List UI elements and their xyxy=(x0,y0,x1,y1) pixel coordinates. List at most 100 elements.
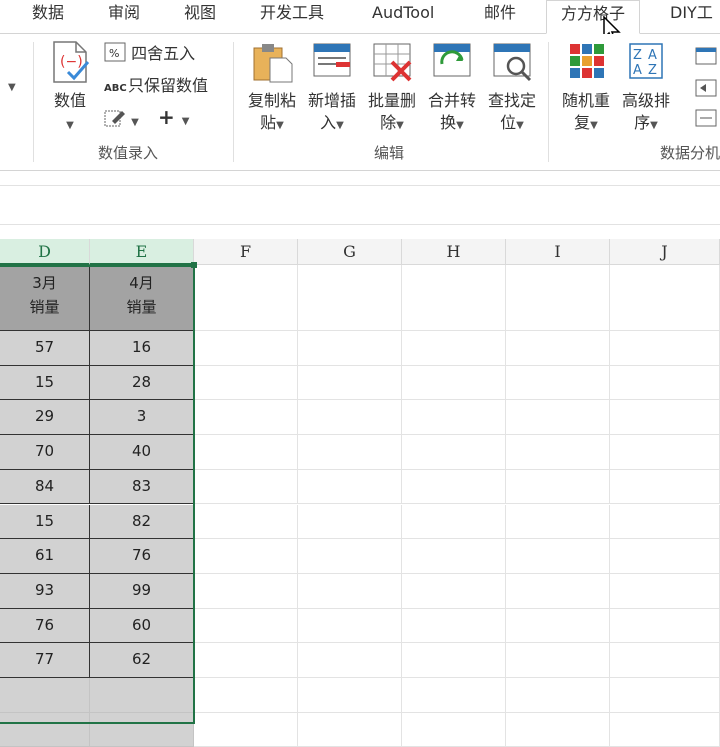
grid-cell[interactable] xyxy=(402,265,506,331)
table-cell[interactable]: 15 xyxy=(0,504,90,540)
copy-paste-button[interactable]: 复制粘 贴▼ xyxy=(244,40,300,137)
grid-cell[interactable] xyxy=(298,678,402,713)
grid-cell[interactable] xyxy=(506,573,610,609)
column-header-h[interactable]: H xyxy=(402,239,506,265)
grid-cell[interactable] xyxy=(506,504,610,540)
grid-cell[interactable] xyxy=(298,469,402,505)
table-cell[interactable]: 15 xyxy=(0,365,90,401)
grid-cell[interactable] xyxy=(298,331,402,366)
grid-cell[interactable] xyxy=(298,400,402,436)
grid-cell[interactable] xyxy=(610,608,720,644)
edit-value-dropdown[interactable]: ▼ xyxy=(104,108,139,134)
table-cell[interactable]: 93 xyxy=(0,573,90,609)
grid-cell[interactable] xyxy=(298,573,402,609)
column-header-e[interactable]: E xyxy=(90,239,194,265)
table-header-cell[interactable]: 3月 销量 xyxy=(0,265,90,331)
more-tools-partial[interactable] xyxy=(690,44,720,134)
column-header-g[interactable]: G xyxy=(298,239,402,265)
grid-cell[interactable] xyxy=(506,712,610,747)
grid-cell[interactable] xyxy=(194,265,298,331)
table-cell-empty[interactable] xyxy=(0,678,90,713)
grid-cell[interactable] xyxy=(506,435,610,470)
table-cell-empty[interactable] xyxy=(90,712,194,747)
merge-convert-button[interactable]: 合并转 换▼ xyxy=(424,40,480,137)
tab-data[interactable]: 数据 xyxy=(32,0,64,33)
table-cell[interactable]: 3 xyxy=(90,400,194,436)
random-repeat-button[interactable]: 随机重 复▼ xyxy=(558,40,614,137)
grid-cell[interactable] xyxy=(298,365,402,401)
grid-cell[interactable] xyxy=(610,435,720,470)
grid-cell[interactable] xyxy=(194,469,298,505)
grid-cell[interactable] xyxy=(402,678,506,713)
grid-cell[interactable] xyxy=(194,608,298,644)
fill-handle[interactable] xyxy=(191,262,197,268)
tab-audtool[interactable]: AudTool xyxy=(372,0,434,33)
grid-cell[interactable] xyxy=(610,539,720,574)
grid-cell[interactable] xyxy=(298,712,402,747)
grid-cell[interactable] xyxy=(506,365,610,401)
table-cell[interactable]: 28 xyxy=(90,365,194,401)
grid-cell[interactable] xyxy=(610,400,720,436)
grid-cell[interactable] xyxy=(402,331,506,366)
grid-cell[interactable] xyxy=(298,435,402,470)
table-cell[interactable]: 61 xyxy=(0,539,90,574)
round-button[interactable]: % 四舍五入 xyxy=(104,42,195,65)
grid-cell[interactable] xyxy=(506,331,610,366)
grid-cell[interactable] xyxy=(506,608,610,644)
grid-cell[interactable] xyxy=(194,643,298,678)
grid-cell[interactable] xyxy=(402,573,506,609)
table-cell[interactable]: 82 xyxy=(90,504,194,540)
grid-cell[interactable] xyxy=(402,400,506,436)
grid-cell[interactable] xyxy=(298,265,402,331)
grid-cell[interactable] xyxy=(298,643,402,678)
insert-button[interactable]: 新增插 入▼ xyxy=(304,40,360,137)
tab-mail[interactable]: 邮件 xyxy=(484,0,516,33)
grid-cell[interactable] xyxy=(610,712,720,747)
tab-view[interactable]: 视图 xyxy=(184,0,216,33)
keep-value-button[interactable]: ABC只保留数值 xyxy=(104,75,208,100)
grid-cell[interactable] xyxy=(506,678,610,713)
dropdown-caret-icon[interactable]: ▼ xyxy=(8,82,16,93)
grid-cell[interactable] xyxy=(506,643,610,678)
table-cell[interactable]: 29 xyxy=(0,400,90,436)
grid-cell[interactable] xyxy=(194,678,298,713)
tab-developer[interactable]: 开发工具 xyxy=(260,0,324,33)
grid-cell[interactable] xyxy=(194,400,298,436)
add-dropdown[interactable]: + ▼ xyxy=(158,106,189,133)
column-header-i[interactable]: I xyxy=(506,239,610,265)
grid-cell[interactable] xyxy=(298,539,402,574)
grid-cell[interactable] xyxy=(506,400,610,436)
grid-cell[interactable] xyxy=(610,469,720,505)
grid-cell[interactable] xyxy=(194,331,298,366)
grid-cell[interactable] xyxy=(610,678,720,713)
table-cell[interactable]: 60 xyxy=(90,608,194,644)
grid-cell[interactable] xyxy=(506,265,610,331)
table-cell[interactable]: 99 xyxy=(90,573,194,609)
column-header-f[interactable]: F xyxy=(194,239,298,265)
grid-cell[interactable] xyxy=(194,539,298,574)
table-cell[interactable]: 70 xyxy=(0,435,90,470)
grid-cell[interactable] xyxy=(610,573,720,609)
advanced-sort-button[interactable]: Z A A Z 高级排 序▼ xyxy=(618,40,674,137)
table-cell[interactable]: 57 xyxy=(0,331,90,366)
grid-cell[interactable] xyxy=(402,608,506,644)
grid-cell[interactable] xyxy=(194,712,298,747)
grid-cell[interactable] xyxy=(298,608,402,644)
table-cell[interactable]: 83 xyxy=(90,469,194,505)
tab-fangfang-gezi[interactable]: 方方格子 xyxy=(546,0,641,34)
tab-review[interactable]: 审阅 xyxy=(108,0,140,33)
grid-cell[interactable] xyxy=(402,539,506,574)
grid-cell[interactable] xyxy=(194,435,298,470)
tab-diy[interactable]: DIY工 xyxy=(670,0,713,33)
grid-cell[interactable] xyxy=(402,643,506,678)
table-cell-empty[interactable] xyxy=(0,712,90,747)
table-cell[interactable]: 76 xyxy=(90,539,194,574)
batch-delete-button[interactable]: 批量删 除▼ xyxy=(364,40,420,137)
grid-cell[interactable] xyxy=(402,504,506,540)
grid-cell[interactable] xyxy=(610,365,720,401)
table-cell[interactable]: 84 xyxy=(0,469,90,505)
grid-cell[interactable] xyxy=(610,265,720,331)
column-header-d[interactable]: D xyxy=(0,239,90,265)
table-header-cell[interactable]: 4月 销量 xyxy=(90,265,194,331)
grid-cell[interactable] xyxy=(402,365,506,401)
